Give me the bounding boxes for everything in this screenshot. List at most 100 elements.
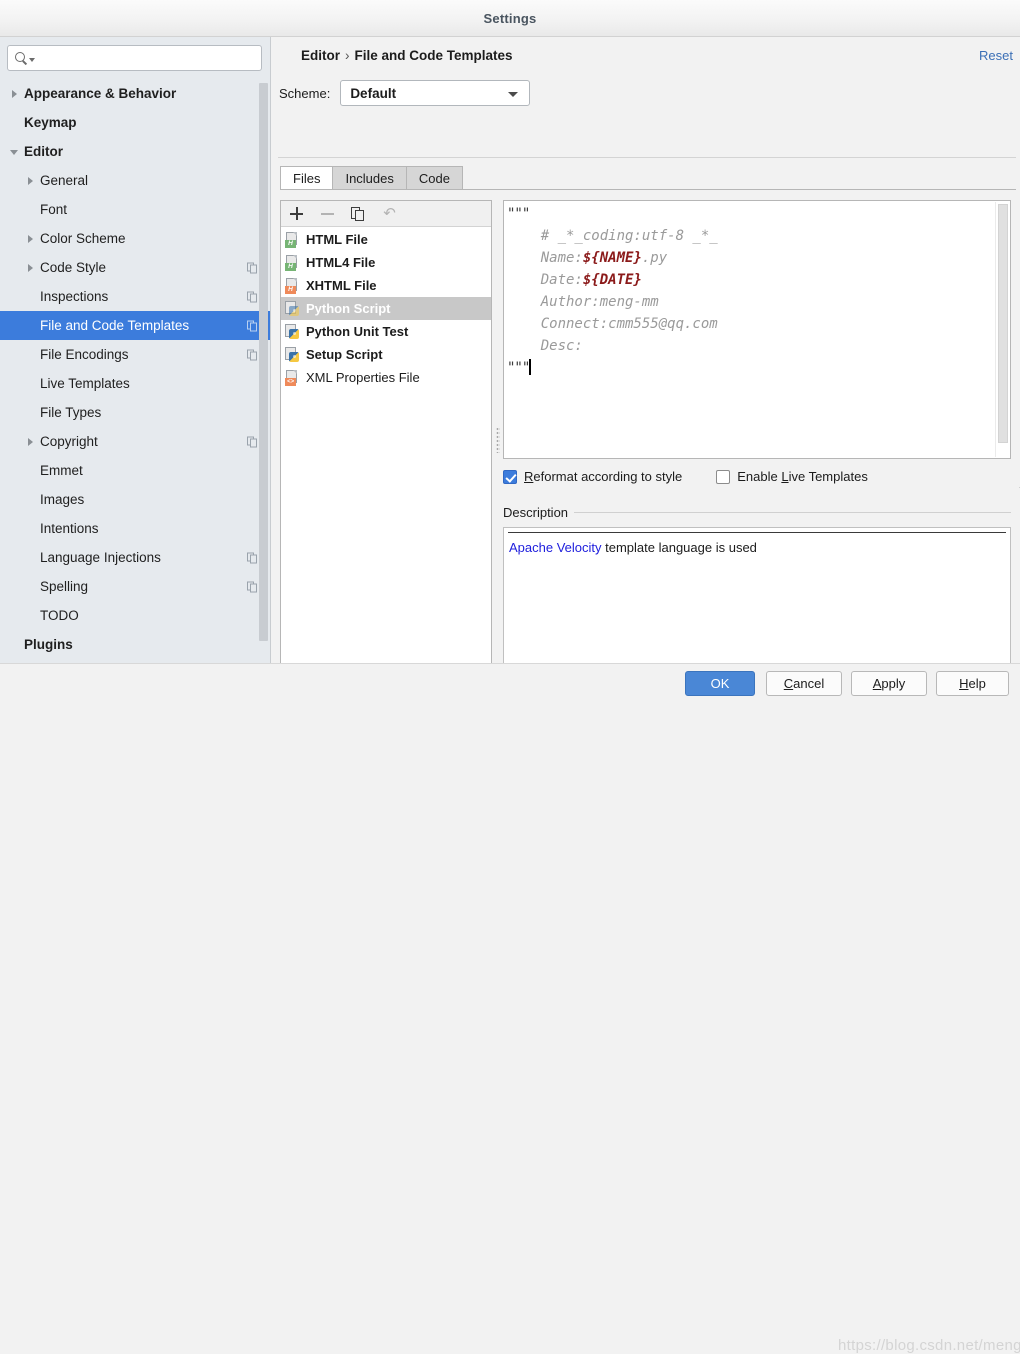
add-icon[interactable] bbox=[288, 205, 305, 222]
breadcrumb-root[interactable]: Editor bbox=[301, 48, 340, 63]
sidebar-scrollbar-thumb[interactable] bbox=[259, 83, 268, 641]
editor-line-5: Author:meng-mm bbox=[507, 294, 659, 310]
editor-line-4-label: Date: bbox=[507, 272, 583, 288]
sidebar-item-font[interactable]: Font bbox=[0, 195, 270, 224]
tabs-underline bbox=[280, 189, 1016, 190]
sidebar-item-label: Copyright bbox=[40, 434, 98, 449]
html-file-icon: H bbox=[285, 231, 300, 248]
sidebar-item-inspections[interactable]: Inspections bbox=[0, 282, 270, 311]
sidebar-item-todo[interactable]: TODO bbox=[0, 601, 270, 630]
tab-files[interactable]: Files bbox=[280, 166, 334, 190]
sidebar-search-wrap bbox=[0, 37, 270, 77]
chevron-right-icon[interactable] bbox=[8, 87, 22, 101]
search-input[interactable] bbox=[39, 50, 255, 66]
editor-scrollbar-thumb[interactable] bbox=[998, 204, 1008, 443]
xhtml-file-icon: H bbox=[285, 277, 300, 294]
copy-icon[interactable] bbox=[350, 205, 367, 222]
sidebar-item-file-types[interactable]: File Types bbox=[0, 398, 270, 427]
reset-link[interactable]: Reset bbox=[979, 48, 1013, 63]
sidebar-item-label: Spelling bbox=[40, 579, 89, 594]
ok-button[interactable]: OK bbox=[685, 671, 755, 696]
description-text: Apache Velocity template language is use… bbox=[509, 540, 757, 555]
template-list-item[interactable]: H HTML4 File bbox=[281, 251, 491, 274]
sidebar-item-images[interactable]: Images bbox=[0, 485, 270, 514]
editor-line-8: """ bbox=[507, 360, 530, 376]
sidebar-item-code-style[interactable]: Code Style bbox=[0, 253, 270, 282]
template-list-item[interactable]: Setup Script bbox=[281, 343, 491, 366]
template-list-item-label: XHTML File bbox=[306, 278, 377, 293]
editor-line-3-label: Name: bbox=[507, 250, 583, 266]
panel-splitter[interactable] bbox=[493, 200, 503, 681]
search-box[interactable] bbox=[7, 45, 262, 71]
sidebar-item-editor[interactable]: Editor bbox=[0, 137, 270, 166]
chevron-down-icon[interactable] bbox=[29, 57, 35, 62]
sidebar-item-keymap[interactable]: Keymap bbox=[0, 108, 270, 137]
sidebar-item-language-injections[interactable]: Language Injections bbox=[0, 543, 270, 572]
chevron-right-icon[interactable] bbox=[24, 232, 38, 246]
templates-list: H HTML File H HTML4 File H XHTML File Python S… bbox=[281, 227, 491, 389]
remove-icon[interactable] bbox=[319, 205, 336, 222]
live-templates-checkbox[interactable] bbox=[716, 469, 731, 484]
header-divider bbox=[278, 157, 1016, 158]
chevron-down-icon[interactable] bbox=[8, 145, 22, 159]
tab-includes[interactable]: Includes bbox=[332, 166, 407, 190]
template-list-item[interactable]: Python Script bbox=[281, 297, 491, 320]
undo-icon[interactable]: ↶ bbox=[381, 205, 398, 222]
sidebar-item-label: File Encodings bbox=[40, 347, 129, 362]
tab-code[interactable]: Code bbox=[405, 166, 463, 190]
apache-velocity-link[interactable]: Apache Velocity bbox=[509, 540, 602, 555]
chevron-down-icon bbox=[508, 92, 519, 97]
sidebar-item-spelling[interactable]: Spelling bbox=[0, 572, 270, 601]
template-list-item[interactable]: <> XML Properties File bbox=[281, 366, 491, 389]
sidebar-item-live-templates[interactable]: Live Templates bbox=[0, 369, 270, 398]
sidebar-item-copyright[interactable]: Copyright bbox=[0, 427, 270, 456]
sidebar-item-emmet[interactable]: Emmet bbox=[0, 456, 270, 485]
sidebar-item-appearance-behavior[interactable]: Appearance & Behavior bbox=[0, 79, 270, 108]
settings-tree: Appearance & Behavior Keymap Editor General… bbox=[0, 77, 270, 659]
splitter-handle-icon bbox=[496, 427, 500, 453]
cancel-button[interactable]: Cancel bbox=[766, 671, 842, 696]
sidebar-item-general[interactable]: General bbox=[0, 166, 270, 195]
editor-scrollbar[interactable] bbox=[995, 202, 1009, 457]
settings-content: Editor › File and Code Templates Reset Sch… bbox=[272, 37, 1020, 681]
sidebar-item-label: File Types bbox=[40, 405, 102, 420]
template-list-item-label: Setup Script bbox=[306, 347, 383, 362]
project-scope-icon bbox=[247, 320, 258, 331]
templates-list-panel: ↶ H HTML File H HTML4 File H XHTML File Python… bbox=[280, 200, 492, 681]
editor-line-1: """ bbox=[507, 206, 530, 222]
template-editor[interactable]: """ # _*_coding:utf-8 _*_ Name:${NAME}.p… bbox=[503, 200, 1011, 459]
sidebar-item-intentions[interactable]: Intentions bbox=[0, 514, 270, 543]
template-list-item[interactable]: H XHTML File bbox=[281, 274, 491, 297]
sidebar-item-plugins[interactable]: Plugins bbox=[0, 630, 270, 659]
sidebar-item-label: Keymap bbox=[24, 115, 77, 130]
apply-button[interactable]: Apply bbox=[851, 671, 927, 696]
help-button[interactable]: Help bbox=[936, 671, 1009, 696]
project-scope-icon bbox=[247, 262, 258, 273]
watermark: https://blog.csdn.net/mengmeng bbox=[838, 1337, 1020, 1354]
project-scope-icon bbox=[247, 436, 258, 447]
template-list-item[interactable]: H HTML File bbox=[281, 228, 491, 251]
chevron-right-icon[interactable] bbox=[24, 261, 38, 275]
template-list-item[interactable]: Python Unit Test bbox=[281, 320, 491, 343]
sidebar-item-file-encodings[interactable]: File Encodings bbox=[0, 340, 270, 369]
reformat-checkbox[interactable] bbox=[503, 469, 517, 484]
chevron-right-icon[interactable] bbox=[24, 174, 38, 188]
window-titlebar: Settings bbox=[0, 0, 1020, 37]
scheme-dropdown[interactable]: Default bbox=[340, 80, 531, 106]
chevron-right-icon[interactable] bbox=[24, 435, 38, 449]
sidebar-item-file-and-code-templates[interactable]: File and Code Templates bbox=[0, 311, 270, 340]
sidebar-item-color-scheme[interactable]: Color Scheme bbox=[0, 224, 270, 253]
sidebar-item-label: Code Style bbox=[40, 260, 107, 275]
scheme-value: Default bbox=[350, 85, 397, 101]
template-list-item-label: Python Unit Test bbox=[306, 324, 409, 339]
window-title: Settings bbox=[483, 10, 537, 26]
sidebar-item-label: Emmet bbox=[40, 463, 83, 478]
search-icon bbox=[14, 51, 28, 65]
breadcrumb: Editor › File and Code Templates bbox=[301, 48, 513, 63]
project-scope-icon bbox=[247, 581, 258, 592]
